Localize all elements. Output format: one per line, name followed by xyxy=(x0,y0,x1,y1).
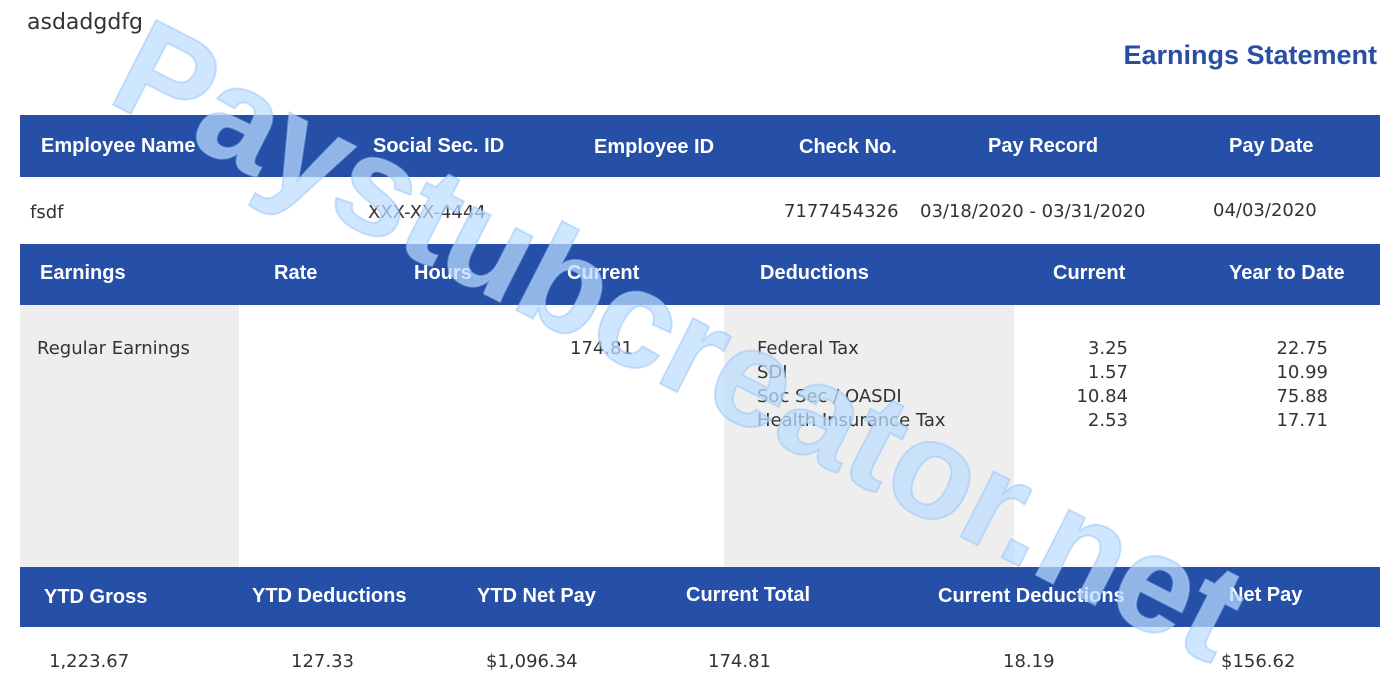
year-to-date-header: Year to Date xyxy=(1229,262,1345,284)
net-pay-value: $156.62 xyxy=(1221,651,1296,672)
deduction-row: Soc Sec / OASDI 10.84 75.88 xyxy=(0,386,1400,410)
deduction-label: Federal Tax xyxy=(757,338,859,359)
ytd-net-pay-value: $1,096.34 xyxy=(486,651,578,672)
earnings-header: Earnings xyxy=(40,262,126,284)
deduction-ytd: 22.75 xyxy=(1276,338,1328,359)
employee-name-header: Employee Name xyxy=(41,135,196,157)
employee-name: fsdf xyxy=(30,202,64,223)
rate-header: Rate xyxy=(274,262,318,284)
check-number: 7177454326 xyxy=(784,201,899,222)
current-total-value: 174.81 xyxy=(708,651,771,672)
current-total-header: Current Total xyxy=(686,584,811,606)
pay-date-header: Pay Date xyxy=(1229,135,1314,157)
document-title: Earnings Statement xyxy=(1123,40,1377,70)
ytd-deductions-header: YTD Deductions xyxy=(252,585,407,607)
deduction-ytd: 75.88 xyxy=(1276,386,1328,407)
deduction-ytd: 10.99 xyxy=(1276,362,1328,383)
deduction-label: SDI xyxy=(757,362,788,383)
deduction-row: SDI 1.57 10.99 xyxy=(0,362,1400,386)
current-deductions-value: 18.19 xyxy=(1003,651,1055,672)
deduction-ytd: 17.71 xyxy=(1276,410,1328,431)
ytd-gross-value: 1,223.67 xyxy=(49,651,130,672)
deduction-current: 2.53 xyxy=(1087,410,1128,431)
ytd-deductions-value: 127.33 xyxy=(291,651,354,672)
ytd-net-pay-header: YTD Net Pay xyxy=(477,585,596,607)
deduction-current: 1.57 xyxy=(1087,362,1128,383)
deduction-current: 3.25 xyxy=(1087,338,1128,359)
current-header: Current xyxy=(567,262,640,284)
net-pay-header: Net Pay xyxy=(1229,584,1303,606)
pay-date: 04/03/2020 xyxy=(1213,200,1317,221)
hours-header: Hours xyxy=(414,262,472,284)
company-name: asdadgdfg xyxy=(27,10,143,35)
deduction-current: 10.84 xyxy=(1076,386,1128,407)
ytd-gross-header: YTD Gross xyxy=(44,586,148,608)
deduction-current-header: Current xyxy=(1053,262,1126,284)
earnings-header-band xyxy=(20,244,1380,305)
deduction-label: Soc Sec / OASDI xyxy=(757,386,902,407)
deduction-row: Health Insurance Tax 2.53 17.71 xyxy=(0,410,1400,434)
deductions-header: Deductions xyxy=(760,262,869,284)
employee-id-header: Employee ID xyxy=(594,136,715,158)
pay-record-header: Pay Record xyxy=(988,135,1099,157)
ssn-header: Social Sec. ID xyxy=(373,135,505,157)
deduction-label: Health Insurance Tax xyxy=(757,410,946,431)
check-no-header: Check No. xyxy=(799,136,897,158)
current-deductions-header: Current Deductions xyxy=(938,585,1125,607)
pay-record: 03/18/2020 - 03/31/2020 xyxy=(920,201,1146,222)
deduction-row: Federal Tax 3.25 22.75 xyxy=(0,338,1400,362)
employee-ssn: XXX-XX-4444 xyxy=(368,202,486,223)
